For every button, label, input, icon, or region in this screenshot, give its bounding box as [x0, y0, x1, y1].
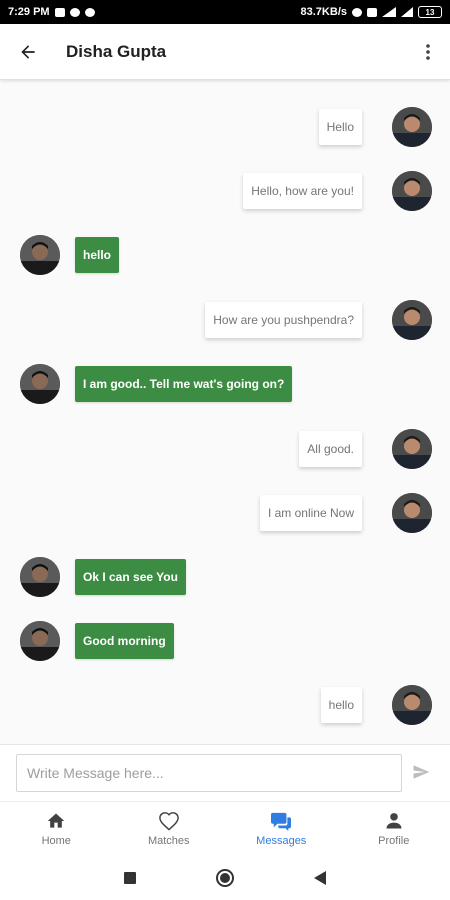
app-bar: Disha Gupta	[0, 24, 450, 80]
avatar[interactable]	[392, 107, 432, 147]
status-bar: 7:29 PM 83.7KB/s 13	[0, 0, 450, 24]
message-row: hello	[0, 681, 450, 729]
message-list[interactable]: Hello Hello, how are you! hello How are …	[0, 80, 450, 744]
message-row: I am good.. Tell me wat's going on?	[0, 360, 450, 408]
home-system-button[interactable]	[178, 855, 273, 900]
nav-profile[interactable]: Profile	[338, 802, 450, 855]
signal-2-icon	[401, 7, 413, 17]
message-row: Hello	[0, 103, 450, 151]
message-notification-icon	[54, 7, 65, 17]
message-row: Good morning	[0, 617, 450, 665]
status-left: 7:29 PM	[8, 6, 95, 18]
chat-notification-icon	[69, 7, 80, 17]
status-right: 83.7KB/s 13	[301, 6, 442, 18]
nav-label: Home	[41, 835, 71, 847]
network-speed: 83.7KB/s	[300, 6, 347, 18]
square-icon	[124, 871, 136, 884]
avatar[interactable]	[392, 171, 432, 211]
heart-icon	[158, 812, 179, 831]
person-icon	[386, 813, 402, 829]
back-system-button[interactable]	[273, 855, 368, 900]
nav-label: Messages	[256, 835, 307, 847]
avatar[interactable]	[20, 621, 60, 661]
message-row: Hello, how are you!	[0, 167, 450, 215]
status-time: 7:29 PM	[8, 6, 50, 18]
message-input[interactable]	[16, 754, 402, 792]
message-composer	[0, 744, 450, 801]
nav-label: Matches	[147, 835, 190, 847]
sent-message-bubble[interactable]: All good.	[299, 431, 362, 467]
signal-icon	[382, 7, 396, 17]
message-row: I am online Now	[0, 489, 450, 537]
sent-message-bubble[interactable]: Hello	[318, 109, 362, 145]
battery-level: 13	[425, 7, 435, 17]
send-button[interactable]	[406, 754, 436, 790]
back-button[interactable]	[0, 24, 56, 80]
bottom-navigation: Home Matches Messages Profile	[0, 801, 450, 855]
facebook-notification-icon	[84, 7, 95, 17]
nav-messages[interactable]: Messages	[225, 802, 338, 855]
received-message-bubble[interactable]: Good morning	[75, 623, 174, 659]
received-message-bubble[interactable]: I am good.. Tell me wat's going on?	[75, 366, 293, 402]
sent-message-bubble[interactable]: I am online Now	[259, 495, 362, 531]
more-vertical-icon	[426, 43, 430, 60]
chat-screen: 7:29 PM 83.7KB/s 13 Disha Gupta Hello He…	[0, 0, 450, 900]
received-message-bubble[interactable]: Ok I can see You	[75, 559, 186, 595]
send-icon	[413, 765, 430, 779]
recent-apps-button[interactable]	[83, 855, 178, 900]
nav-matches[interactable]: Matches	[113, 802, 226, 855]
avatar[interactable]	[392, 685, 432, 725]
message-row: hello	[0, 231, 450, 279]
avatar[interactable]	[20, 364, 60, 404]
triangle-back-icon	[314, 870, 326, 885]
alarm-icon	[352, 7, 362, 17]
circle-icon	[216, 868, 234, 887]
sent-message-bubble[interactable]: hello	[320, 687, 362, 723]
avatar[interactable]	[20, 235, 60, 275]
more-options-button[interactable]	[406, 24, 450, 80]
avatar[interactable]	[392, 300, 432, 340]
sent-message-bubble[interactable]: How are you pushpendra?	[205, 302, 362, 338]
home-icon	[47, 813, 65, 828]
avatar[interactable]	[392, 493, 432, 533]
received-message-bubble[interactable]: hello	[75, 237, 120, 273]
chat-title: Disha Gupta	[66, 41, 167, 61]
message-row: All good.	[0, 425, 450, 473]
avatar[interactable]	[20, 557, 60, 597]
data-saver-icon	[367, 7, 377, 17]
nav-label: Profile	[378, 835, 410, 847]
system-navigation	[0, 855, 450, 900]
nav-home[interactable]: Home	[0, 802, 113, 855]
message-row: How are you pushpendra?	[0, 296, 450, 344]
sent-message-bubble[interactable]: Hello, how are you!	[243, 173, 362, 209]
chat-icon	[271, 812, 292, 831]
avatar[interactable]	[392, 429, 432, 469]
battery-icon: 13	[418, 6, 442, 18]
arrow-left-icon	[21, 44, 35, 59]
message-row: Ok I can see You	[0, 553, 450, 601]
